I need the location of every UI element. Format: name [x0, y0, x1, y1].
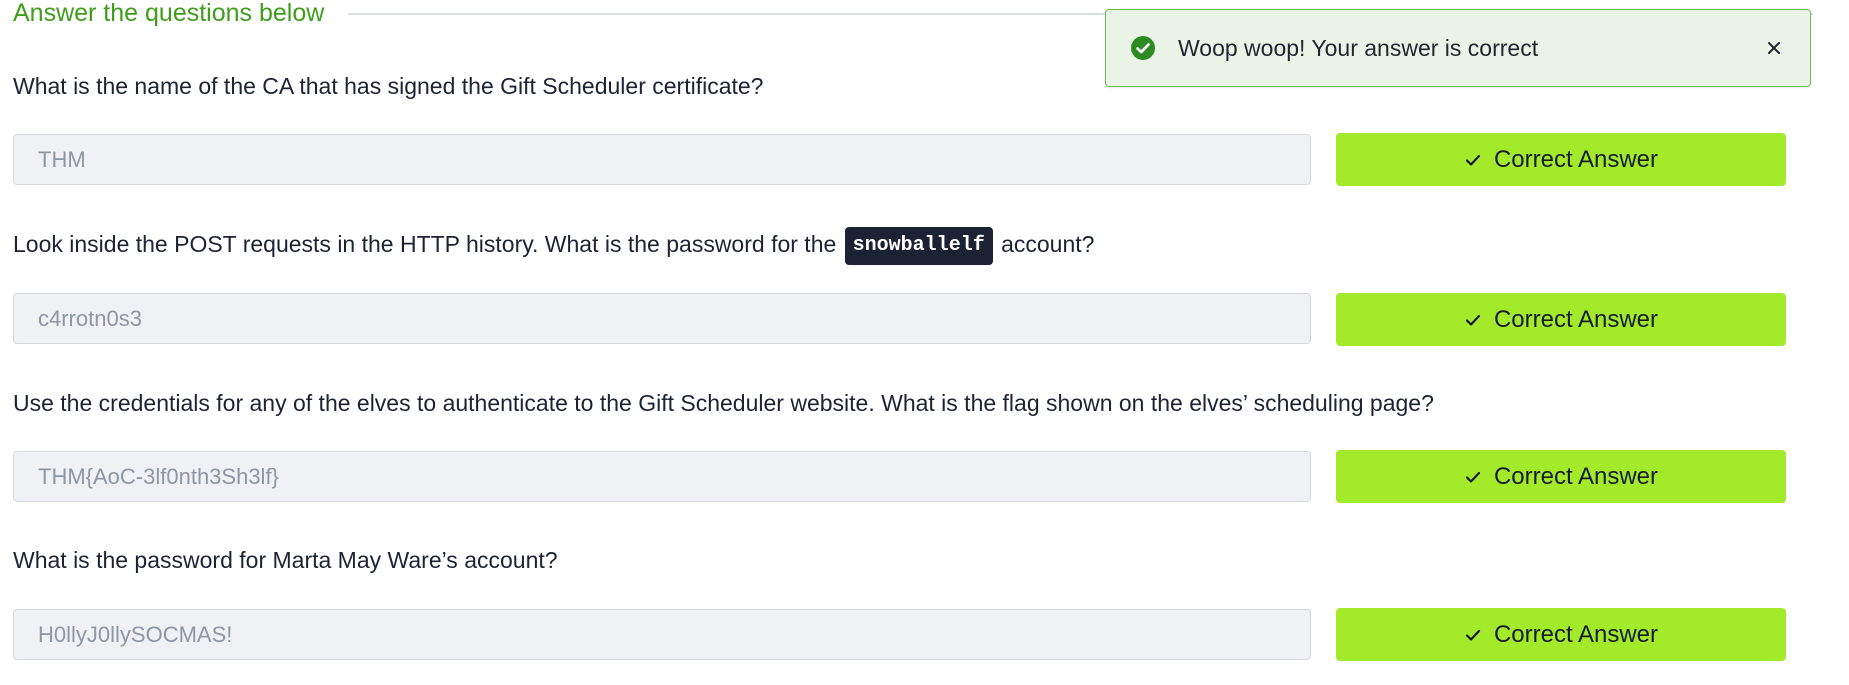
question-3-text: Use the credentials for any of the elves… — [13, 390, 1434, 416]
question-4-correct-answer-button[interactable]: Correct Answer — [1336, 608, 1786, 661]
question-3-answer-field[interactable] — [13, 451, 1311, 502]
close-icon[interactable] — [1764, 38, 1784, 58]
check-icon — [1465, 629, 1481, 641]
question-2-text-before: Look inside the POST requests in the HTT… — [13, 231, 837, 257]
success-toast: Woop woop! Your answer is correct — [1105, 9, 1811, 87]
correct-answer-label: Correct Answer — [1493, 462, 1659, 490]
question-1-answer-input[interactable] — [14, 135, 1310, 184]
question-1-answer-field[interactable] — [13, 134, 1311, 185]
check-circle-icon — [1130, 35, 1156, 61]
correct-answer-label: Correct Answer — [1493, 145, 1659, 173]
question-1-correct-answer-button[interactable]: Correct Answer — [1336, 133, 1786, 186]
question-3-answer-input[interactable] — [14, 452, 1310, 501]
question-2-answer-input[interactable] — [14, 294, 1310, 343]
question-4-answer-input[interactable] — [14, 610, 1310, 659]
correct-answer-label: Correct Answer — [1493, 620, 1659, 648]
correct-answer-label: Correct Answer — [1493, 305, 1659, 333]
question-1-text: What is the name of the CA that has sign… — [13, 73, 764, 99]
question-2-code-chip: snowballelf — [844, 226, 993, 265]
check-icon — [1465, 471, 1481, 483]
question-2-correct-answer-button[interactable]: Correct Answer — [1336, 293, 1786, 346]
section-title: Answer the questions below — [13, 0, 325, 27]
question-4-text: What is the password for Marta May Ware’… — [13, 547, 558, 573]
question-2-text-after: account? — [1001, 231, 1095, 257]
check-icon — [1465, 154, 1481, 166]
toast-message: Woop woop! Your answer is correct — [1178, 34, 1539, 61]
question-4-answer-field[interactable] — [13, 609, 1311, 660]
question-3-correct-answer-button[interactable]: Correct Answer — [1336, 450, 1786, 503]
check-icon — [1465, 314, 1481, 326]
question-2-text: Look inside the POST requests in the HTT… — [13, 226, 1094, 265]
question-2-answer-field[interactable] — [13, 293, 1311, 344]
